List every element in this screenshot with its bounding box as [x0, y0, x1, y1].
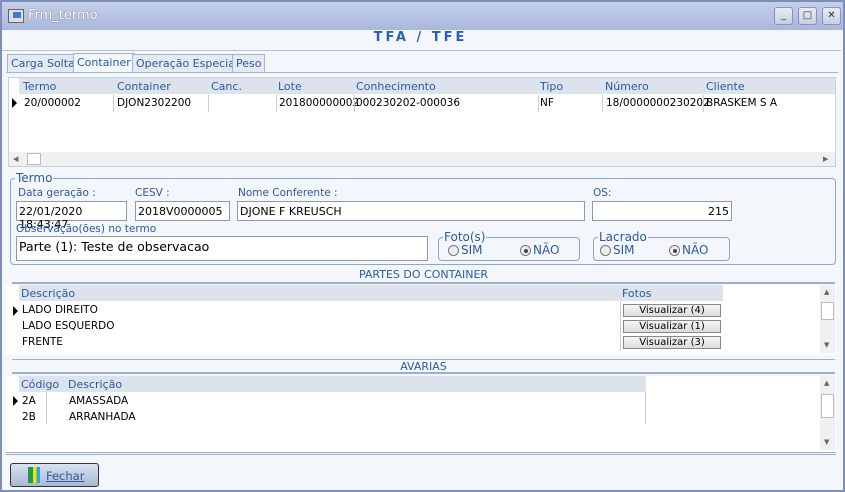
lacrado-group-label: Lacrado	[598, 230, 648, 244]
tab-container[interactable]: Container	[73, 53, 135, 72]
col-numero[interactable]: Número	[605, 80, 649, 93]
partes-grid[interactable]: Descrição Fotos LADO DIREITO LADO ESQUER…	[6, 285, 836, 355]
col-tipo[interactable]: Tipo	[540, 80, 563, 93]
fechar-label: Fechar	[46, 469, 85, 483]
cell-container: DJON2302200	[117, 97, 192, 109]
data-geracao-label: Data geração :	[18, 187, 96, 199]
grid-header: Termo Container Canc. Lote Conhecimento …	[19, 78, 835, 94]
col-fotos[interactable]: Fotos	[622, 287, 651, 300]
parte-descricao: LADO ESQUERDO	[22, 320, 115, 332]
row-pointer-icon	[13, 306, 18, 316]
data-geracao-field[interactable]: 22/01/2020 18:43:47	[16, 201, 127, 231]
title-bar: Frm_termo _ □ ✕	[2, 2, 843, 30]
col-cliente[interactable]: Cliente	[706, 80, 745, 93]
tab-operacao-especial[interactable]: Operação Especial	[132, 54, 243, 72]
close-button[interactable]: ✕	[822, 7, 841, 25]
window-title: Frm_termo	[28, 8, 98, 23]
divider	[6, 452, 836, 455]
maximize-button[interactable]: □	[798, 7, 817, 25]
cell-termo: 20/000002	[24, 97, 81, 109]
parte-descricao: FRENTE	[22, 336, 63, 348]
cell-descricao: ARRANHADA	[69, 411, 136, 423]
grid-header: Descrição Fotos	[19, 285, 723, 301]
exit-door-icon	[28, 467, 40, 483]
minimize-button[interactable]: _	[774, 7, 793, 25]
scroll-thumb[interactable]	[821, 394, 834, 418]
vertical-scrollbar[interactable]: ▲ ▼	[820, 285, 835, 353]
avarias-grid[interactable]: Código Descrição 2A AMASSADA 2B ARRANHAD…	[6, 376, 836, 452]
lacrado-sim-radio[interactable]	[600, 245, 611, 256]
cell-codigo: 2B	[22, 411, 36, 423]
page-title: TFA / TFE	[373, 30, 468, 45]
tab-carga-solta[interactable]: Carga Solta	[7, 54, 79, 72]
scroll-thumb[interactable]	[27, 153, 41, 165]
cell-cliente: BRASKEM S A	[706, 97, 778, 109]
lacrado-nao-radio[interactable]	[669, 245, 680, 256]
scroll-down-icon[interactable]: ▼	[824, 438, 829, 446]
termo-grid[interactable]: Termo Container Canc. Lote Conhecimento …	[8, 77, 836, 167]
fotos-nao-label[interactable]: NÃO	[533, 243, 559, 257]
fotos-group-label: Foto(s)	[443, 230, 487, 244]
fotos-nao-radio[interactable]	[520, 245, 531, 256]
scroll-up-icon[interactable]: ▲	[824, 288, 829, 296]
cell-lote: 201800000002	[279, 97, 360, 109]
cesv-label: CESV :	[135, 187, 170, 199]
conferente-field[interactable]: DJONE F KREUSCH	[237, 201, 585, 221]
scroll-up-icon[interactable]: ▲	[824, 379, 829, 387]
horizontal-scrollbar[interactable]: ◀ ▶	[9, 152, 835, 166]
cell-numero: 18/0000000230202	[606, 97, 710, 109]
tab-divider	[6, 72, 838, 73]
cesv-field[interactable]: 2018V0000005	[135, 201, 230, 221]
scroll-thumb[interactable]	[821, 302, 834, 320]
col-termo[interactable]: Termo	[23, 80, 56, 93]
grid-header: Código Descrição	[19, 376, 646, 392]
scroll-right-icon[interactable]: ▶	[823, 155, 828, 163]
observacao-label: Observação(ões) no termo	[16, 223, 157, 235]
os-field[interactable]: 215	[592, 201, 732, 221]
partes-section-title: PARTES DO CONTAINER	[12, 268, 835, 284]
os-label: OS:	[593, 187, 612, 199]
parte-descricao: LADO DIREITO	[22, 304, 98, 316]
col-container[interactable]: Container	[117, 80, 171, 93]
fotos-sim-label[interactable]: SIM	[461, 243, 483, 257]
fotos-sim-radio[interactable]	[448, 245, 459, 256]
app-icon	[8, 9, 24, 23]
col-codigo[interactable]: Código	[21, 378, 59, 391]
conferente-label: Nome Conferente :	[238, 187, 338, 199]
divider	[2, 50, 841, 51]
scroll-left-icon[interactable]: ◀	[13, 155, 18, 163]
col-descricao[interactable]: Descrição	[21, 287, 75, 300]
visualizar-button[interactable]: Visualizar (3)	[623, 336, 721, 349]
lacrado-nao-label[interactable]: NÃO	[682, 243, 708, 257]
observacao-field[interactable]: Parte (1): Teste de observacao	[16, 236, 428, 261]
col-canc[interactable]: Canc.	[211, 80, 242, 93]
row-pointer-icon	[13, 396, 18, 406]
scroll-down-icon[interactable]: ▼	[824, 341, 829, 349]
cell-codigo: 2A	[22, 395, 36, 407]
tab-peso[interactable]: Peso	[232, 54, 266, 72]
cell-tipo: NF	[540, 97, 554, 109]
fechar-button[interactable]: Fechar	[10, 463, 99, 487]
cell-conhecimento: 000230202-000036	[356, 97, 460, 109]
row-pointer-icon	[12, 98, 17, 108]
visualizar-button[interactable]: Visualizar (1)	[623, 320, 721, 333]
avarias-section-title: AVARIAS	[12, 359, 835, 374]
visualizar-button[interactable]: Visualizar (4)	[623, 304, 721, 317]
cell-descricao: AMASSADA	[69, 395, 129, 407]
col-conhecimento[interactable]: Conhecimento	[356, 80, 436, 93]
lacrado-sim-label[interactable]: SIM	[613, 243, 635, 257]
col-lote[interactable]: Lote	[278, 80, 302, 93]
vertical-scrollbar[interactable]: ▲ ▼	[820, 376, 835, 450]
table-row[interactable]: 20/000002 DJON2302200 201800000002 00023…	[9, 95, 835, 112]
col-descricao[interactable]: Descrição	[68, 378, 122, 391]
termo-group-label: Termo	[15, 171, 54, 185]
